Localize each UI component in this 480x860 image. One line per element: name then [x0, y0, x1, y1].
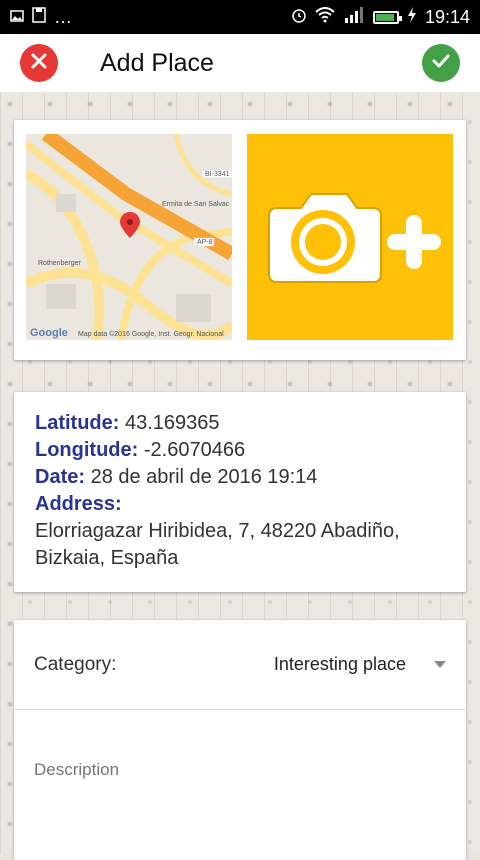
category-label: Category:: [34, 653, 117, 675]
save-notification-icon: [32, 6, 46, 28]
status-right: 19:14: [291, 6, 470, 28]
latitude-value: 43.169365: [119, 412, 220, 434]
map-label-road1: BI-3341: [205, 171, 230, 178]
app-bar: Add Place: [0, 34, 480, 92]
longitude-label: Longitude:: [35, 439, 139, 461]
google-logo: Google: [30, 327, 68, 339]
more-notifications: …: [54, 6, 72, 27]
battery-icon: [372, 10, 402, 24]
date-label: Date:: [35, 466, 86, 488]
date-value: 28 de abril de 2016 19:14: [85, 466, 318, 488]
category-value: Interesting place: [273, 654, 406, 674]
dropdown-arrow-icon: [434, 661, 446, 668]
confirm-button[interactable]: [422, 44, 460, 82]
status-bar: … 19:14: [0, 0, 480, 34]
signal-icon: [343, 6, 365, 28]
address-line2: Bizkaia, España: [35, 547, 179, 569]
camera-add-icon: [255, 180, 445, 295]
longitude-value: -2.6070466: [138, 439, 246, 461]
description-input[interactable]: [34, 760, 446, 780]
add-photo-button[interactable]: [247, 134, 453, 340]
map-label-place: Rothenberger: [38, 260, 81, 267]
map-label-ermita: Ermita de San Salvac: [162, 201, 230, 208]
media-card: BI-3341 Ermita de San Salvac AP-8 Rothen…: [14, 120, 466, 360]
latitude-label: Latitude:: [35, 412, 120, 434]
address-label-row: Address:: [35, 491, 445, 518]
status-left: …: [10, 7, 72, 28]
location-info-card: Latitude: 43.169365 Longitude: -2.607046…: [14, 392, 466, 592]
charging-icon: [407, 6, 417, 28]
place-form-card: Category: Interesting place: [14, 620, 466, 860]
latitude-row: Latitude: 43.169365: [35, 410, 445, 437]
address-line1: Elorriagazar Hiribidea, 7, 48220 Abadiño…: [35, 520, 400, 542]
check-icon: [431, 52, 451, 75]
location-map[interactable]: BI-3341 Ermita de San Salvac AP-8 Rothen…: [26, 134, 232, 340]
wifi-icon: [315, 6, 335, 28]
map-graphic: BI-3341 Ermita de San Salvac AP-8 Rothen…: [26, 134, 232, 340]
longitude-row: Longitude: -2.6070466: [35, 437, 445, 464]
category-row: Category: Interesting place: [14, 620, 466, 710]
cancel-button[interactable]: [20, 44, 58, 82]
map-attribution: Map data ©2016 Google, Inst. Geogr. Naci…: [78, 330, 224, 338]
category-select[interactable]: Interesting place: [274, 654, 446, 675]
address-label: Address:: [35, 493, 122, 515]
clock: 19:14: [424, 6, 470, 27]
date-row: Date: 28 de abril de 2016 19:14: [35, 464, 445, 491]
page-title: Add Place: [100, 48, 214, 77]
alarm-icon: [291, 7, 307, 28]
gallery-notification-icon: [10, 7, 24, 28]
map-label-road2: AP-8: [197, 239, 213, 246]
close-icon: [30, 52, 48, 75]
